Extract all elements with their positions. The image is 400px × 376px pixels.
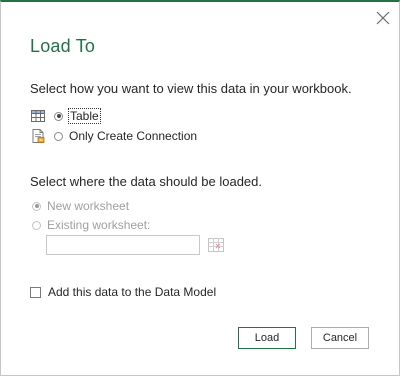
load-button[interactable]: Load	[238, 327, 296, 349]
new-worksheet-label[interactable]: New worksheet	[47, 199, 129, 213]
existing-worksheet-radio[interactable]	[32, 220, 41, 230]
view-option-connection[interactable]: Only Create Connection	[30, 128, 197, 144]
view-option-table[interactable]: Table	[30, 108, 101, 124]
new-worksheet-radio[interactable]	[32, 201, 41, 211]
dialog-title: Load To	[30, 36, 96, 56]
data-model-checkbox[interactable]	[30, 286, 41, 298]
cancel-button[interactable]: Cancel	[311, 327, 369, 349]
close-icon[interactable]	[374, 9, 392, 27]
table-radio[interactable]	[54, 111, 63, 121]
data-model-label[interactable]: Add this data to the Data Model	[48, 285, 216, 299]
location-prompt: Select where the data should be loaded.	[30, 174, 263, 189]
range-selector-icon[interactable]	[206, 236, 226, 254]
connection-radio[interactable]	[54, 131, 63, 141]
connection-icon	[32, 129, 45, 143]
existing-worksheet-input[interactable]	[46, 235, 200, 255]
table-radio-label[interactable]: Table	[68, 108, 101, 124]
location-option-new-worksheet[interactable]: New worksheet	[32, 199, 129, 213]
table-icon	[31, 110, 45, 122]
load-to-dialog: Load To Select how you want to view this…	[0, 0, 400, 376]
existing-worksheet-label[interactable]: Existing worksheet:	[47, 218, 150, 232]
data-model-option[interactable]: Add this data to the Data Model	[30, 285, 216, 299]
view-prompt: Select how you want to view this data in…	[30, 81, 352, 96]
location-option-existing-worksheet[interactable]: Existing worksheet:	[32, 218, 150, 232]
connection-radio-label[interactable]: Only Create Connection	[69, 129, 197, 143]
